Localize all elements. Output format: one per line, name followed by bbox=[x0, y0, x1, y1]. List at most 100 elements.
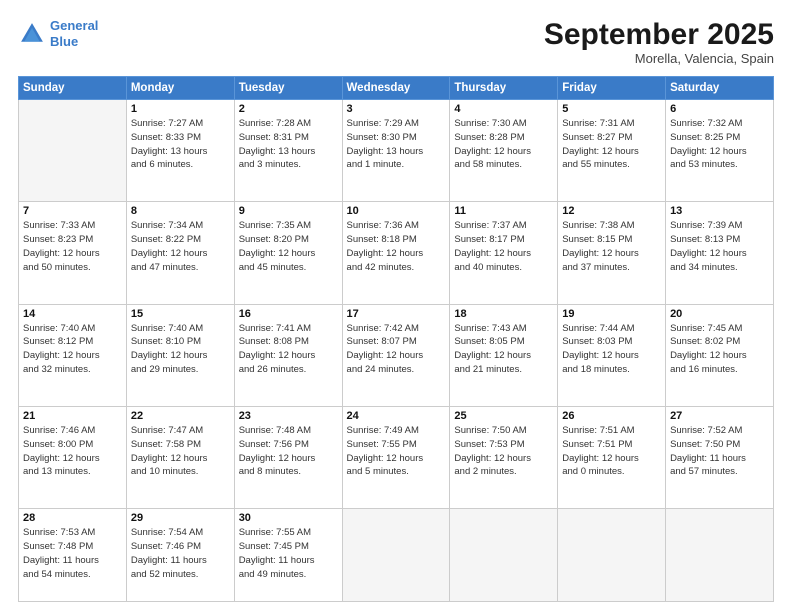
day-number: 21 bbox=[23, 410, 122, 422]
day-number: 26 bbox=[562, 410, 661, 422]
day-cell: 8Sunrise: 7:34 AM Sunset: 8:22 PM Daylig… bbox=[126, 202, 234, 304]
day-number: 2 bbox=[239, 103, 338, 115]
day-number: 22 bbox=[131, 410, 230, 422]
day-info: Sunrise: 7:38 AM Sunset: 8:15 PM Dayligh… bbox=[562, 219, 661, 274]
day-cell: 26 Sunrise: 7:51 AM Sunset: 7:51 PM Dayli… bbox=[558, 406, 666, 508]
weekday-header-saturday: Saturday bbox=[666, 77, 774, 100]
day-info: Sunrise: 7:51 AM Sunset: 7:51 PM Dayligh… bbox=[562, 424, 661, 479]
week-row-2: 14 Sunrise: 7:40 AM Sunset: 8:12 PM Dayli… bbox=[19, 304, 774, 406]
day-cell: 1 Sunrise: 7:27 AM Sunset: 8:33 PM Daylig… bbox=[126, 100, 234, 202]
day-info: Sunrise: 7:39 AM Sunset: 8:13 PM Dayligh… bbox=[670, 219, 769, 274]
day-number: 24 bbox=[347, 410, 446, 422]
day-cell: 5 Sunrise: 7:31 AM Sunset: 8:27 PM Daylig… bbox=[558, 100, 666, 202]
day-cell: 18Sunrise: 7:43 AM Sunset: 8:05 PM Dayli… bbox=[450, 304, 558, 406]
weekday-header-tuesday: Tuesday bbox=[234, 77, 342, 100]
calendar: SundayMondayTuesdayWednesdayThursdayFrid… bbox=[18, 76, 774, 602]
weekday-header-row: SundayMondayTuesdayWednesdayThursdayFrid… bbox=[19, 77, 774, 100]
day-cell: 21 Sunrise: 7:46 AM Sunset: 8:00 PM Dayli… bbox=[19, 406, 127, 508]
logo: General Blue bbox=[18, 18, 98, 49]
day-cell: 4Sunrise: 7:30 AM Sunset: 8:28 PM Daylig… bbox=[450, 100, 558, 202]
day-number: 16 bbox=[239, 308, 338, 320]
day-cell: 3 Sunrise: 7:29 AM Sunset: 8:30 PM Daylig… bbox=[342, 100, 450, 202]
day-number: 25 bbox=[454, 410, 553, 422]
day-number: 11 bbox=[454, 205, 553, 217]
day-number: 18 bbox=[454, 308, 553, 320]
day-info: Sunrise: 7:52 AM Sunset: 7:50 PM Dayligh… bbox=[670, 424, 769, 479]
weekday-header-friday: Friday bbox=[558, 77, 666, 100]
day-info: Sunrise: 7:54 AM Sunset: 7:46 PM Dayligh… bbox=[131, 526, 230, 581]
day-info: Sunrise: 7:40 AM Sunset: 8:10 PM Dayligh… bbox=[131, 322, 230, 377]
day-cell bbox=[558, 509, 666, 602]
day-number: 29 bbox=[131, 512, 230, 524]
day-number: 13 bbox=[670, 205, 769, 217]
week-row-4: 28 Sunrise: 7:53 AM Sunset: 7:48 PM Dayli… bbox=[19, 509, 774, 602]
day-cell bbox=[450, 509, 558, 602]
day-cell: 9Sunrise: 7:35 AM Sunset: 8:20 PM Daylig… bbox=[234, 202, 342, 304]
header: General Blue September 2025 Morella, Val… bbox=[18, 18, 774, 66]
location: Morella, Valencia, Spain bbox=[544, 51, 774, 66]
logo-line1: General bbox=[50, 18, 98, 33]
day-number: 17 bbox=[347, 308, 446, 320]
title-block: September 2025 Morella, Valencia, Spain bbox=[544, 18, 774, 66]
day-cell: 7 Sunrise: 7:33 AM Sunset: 8:23 PM Daylig… bbox=[19, 202, 127, 304]
day-cell: 16 Sunrise: 7:41 AM Sunset: 8:08 PM Dayli… bbox=[234, 304, 342, 406]
day-info: Sunrise: 7:50 AM Sunset: 7:53 PM Dayligh… bbox=[454, 424, 553, 479]
day-info: Sunrise: 7:48 AM Sunset: 7:56 PM Dayligh… bbox=[239, 424, 338, 479]
day-cell: 12 Sunrise: 7:38 AM Sunset: 8:15 PM Dayli… bbox=[558, 202, 666, 304]
day-info: Sunrise: 7:46 AM Sunset: 8:00 PM Dayligh… bbox=[23, 424, 122, 479]
day-cell: 10Sunrise: 7:36 AM Sunset: 8:18 PM Dayli… bbox=[342, 202, 450, 304]
day-cell bbox=[342, 509, 450, 602]
day-info: Sunrise: 7:31 AM Sunset: 8:27 PM Dayligh… bbox=[562, 117, 661, 172]
day-cell: 23 Sunrise: 7:48 AM Sunset: 7:56 PM Dayli… bbox=[234, 406, 342, 508]
day-cell: 28 Sunrise: 7:53 AM Sunset: 7:48 PM Dayli… bbox=[19, 509, 127, 602]
day-number: 9 bbox=[239, 205, 338, 217]
day-number: 6 bbox=[670, 103, 769, 115]
weekday-header-sunday: Sunday bbox=[19, 77, 127, 100]
day-info: Sunrise: 7:40 AM Sunset: 8:12 PM Dayligh… bbox=[23, 322, 122, 377]
logo-text: General Blue bbox=[50, 18, 98, 49]
day-cell: 6Sunrise: 7:32 AM Sunset: 8:25 PM Daylig… bbox=[666, 100, 774, 202]
day-cell: 30Sunrise: 7:55 AM Sunset: 7:45 PM Dayli… bbox=[234, 509, 342, 602]
logo-icon bbox=[18, 20, 46, 48]
week-row-1: 7 Sunrise: 7:33 AM Sunset: 8:23 PM Daylig… bbox=[19, 202, 774, 304]
day-number: 4 bbox=[454, 103, 553, 115]
day-cell: 14 Sunrise: 7:40 AM Sunset: 8:12 PM Dayli… bbox=[19, 304, 127, 406]
day-info: Sunrise: 7:41 AM Sunset: 8:08 PM Dayligh… bbox=[239, 322, 338, 377]
day-info: Sunrise: 7:33 AM Sunset: 8:23 PM Dayligh… bbox=[23, 219, 122, 274]
day-info: Sunrise: 7:44 AM Sunset: 8:03 PM Dayligh… bbox=[562, 322, 661, 377]
day-number: 3 bbox=[347, 103, 446, 115]
month-title: September 2025 bbox=[544, 18, 774, 51]
day-cell: 27 Sunrise: 7:52 AM Sunset: 7:50 PM Dayli… bbox=[666, 406, 774, 508]
day-cell: 19 Sunrise: 7:44 AM Sunset: 8:03 PM Dayli… bbox=[558, 304, 666, 406]
day-info: Sunrise: 7:27 AM Sunset: 8:33 PM Dayligh… bbox=[131, 117, 230, 172]
day-cell: 25 Sunrise: 7:50 AM Sunset: 7:53 PM Dayli… bbox=[450, 406, 558, 508]
day-cell: 29 Sunrise: 7:54 AM Sunset: 7:46 PM Dayli… bbox=[126, 509, 234, 602]
day-cell: 17Sunrise: 7:42 AM Sunset: 8:07 PM Dayli… bbox=[342, 304, 450, 406]
day-info: Sunrise: 7:47 AM Sunset: 7:58 PM Dayligh… bbox=[131, 424, 230, 479]
day-number: 19 bbox=[562, 308, 661, 320]
day-info: Sunrise: 7:28 AM Sunset: 8:31 PM Dayligh… bbox=[239, 117, 338, 172]
day-info: Sunrise: 7:45 AM Sunset: 8:02 PM Dayligh… bbox=[670, 322, 769, 377]
day-number: 12 bbox=[562, 205, 661, 217]
weekday-header-monday: Monday bbox=[126, 77, 234, 100]
day-number: 30 bbox=[239, 512, 338, 524]
day-number: 1 bbox=[131, 103, 230, 115]
day-cell bbox=[19, 100, 127, 202]
day-cell: 11 Sunrise: 7:37 AM Sunset: 8:17 PM Dayli… bbox=[450, 202, 558, 304]
day-number: 27 bbox=[670, 410, 769, 422]
day-info: Sunrise: 7:53 AM Sunset: 7:48 PM Dayligh… bbox=[23, 526, 122, 581]
day-cell bbox=[666, 509, 774, 602]
day-number: 23 bbox=[239, 410, 338, 422]
day-number: 7 bbox=[23, 205, 122, 217]
day-number: 28 bbox=[23, 512, 122, 524]
page: General Blue September 2025 Morella, Val… bbox=[0, 0, 792, 612]
day-cell: 22 Sunrise: 7:47 AM Sunset: 7:58 PM Dayli… bbox=[126, 406, 234, 508]
logo-line2: Blue bbox=[50, 34, 78, 49]
day-number: 14 bbox=[23, 308, 122, 320]
day-number: 5 bbox=[562, 103, 661, 115]
week-row-3: 21 Sunrise: 7:46 AM Sunset: 8:00 PM Dayli… bbox=[19, 406, 774, 508]
day-info: Sunrise: 7:37 AM Sunset: 8:17 PM Dayligh… bbox=[454, 219, 553, 274]
day-info: Sunrise: 7:29 AM Sunset: 8:30 PM Dayligh… bbox=[347, 117, 446, 172]
day-cell: 13 Sunrise: 7:39 AM Sunset: 8:13 PM Dayli… bbox=[666, 202, 774, 304]
day-info: Sunrise: 7:49 AM Sunset: 7:55 PM Dayligh… bbox=[347, 424, 446, 479]
